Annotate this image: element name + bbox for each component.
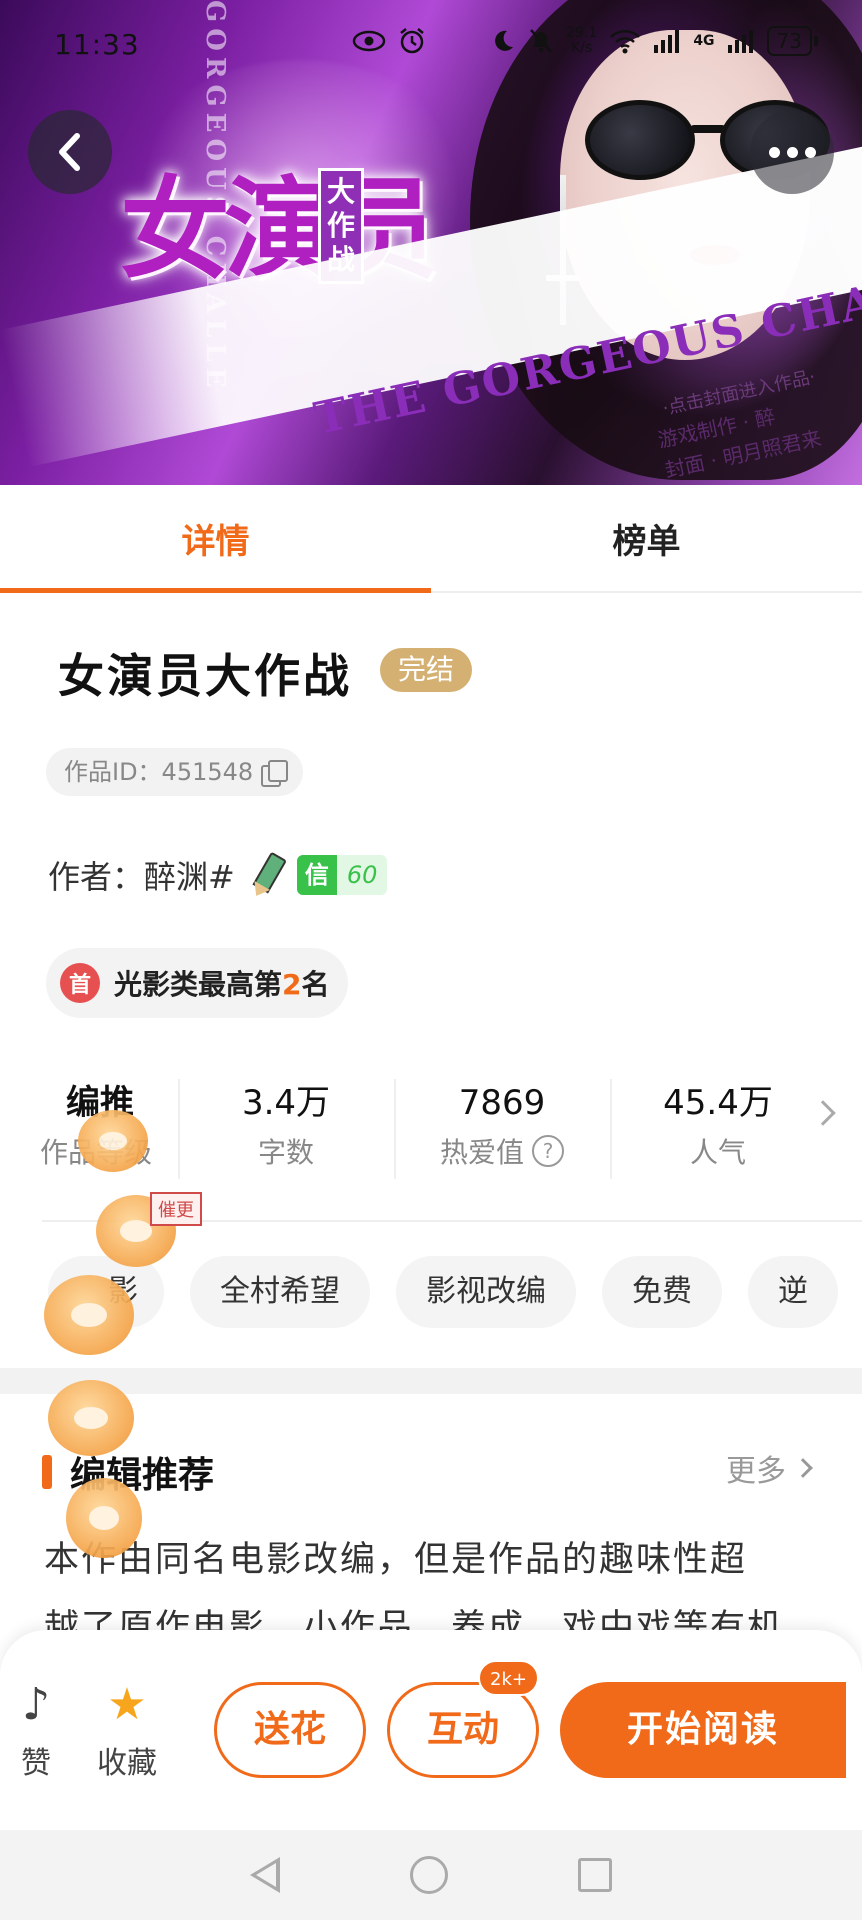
tag-chip[interactable]: 全村希望 bbox=[190, 1256, 370, 1328]
signal-icon-2 bbox=[727, 29, 755, 53]
stat-label: 人气 bbox=[689, 1135, 746, 1169]
author-label[interactable]: 作者：醉渊# bbox=[48, 852, 235, 898]
star-icon: ★ bbox=[107, 1679, 147, 1730]
book-title: 女演员大作战 bbox=[58, 649, 352, 703]
mascot-sticker-icon[interactable] bbox=[48, 1380, 134, 1456]
net-speed-unit: K/s bbox=[571, 40, 593, 56]
stat-popularity: 45.4万 人气 bbox=[610, 1075, 826, 1179]
book-detail-page: GORGEOUS CHALLE 女演员 大作战 THE GORGEOUS CHA… bbox=[0, 0, 862, 1920]
work-id-label: 作品ID：451548 bbox=[64, 758, 254, 786]
mascot-sticker-icon[interactable] bbox=[78, 1110, 148, 1172]
tab-details[interactable]: 详情 bbox=[0, 485, 431, 593]
nav-recents-icon[interactable] bbox=[578, 1858, 612, 1892]
rank-number: 2 bbox=[282, 968, 302, 1001]
stat-label: 热爱值 bbox=[439, 1135, 524, 1169]
stat-value: 45.4万 bbox=[663, 1082, 773, 1123]
rank-chip[interactable]: 首 光影类最高第2名 bbox=[46, 948, 348, 1018]
help-icon[interactable]: ? bbox=[532, 1134, 564, 1167]
tag-list: 影 全村希望 影视改编 免费 逆 bbox=[48, 1256, 838, 1328]
urge-update-sticker[interactable]: 催更 bbox=[150, 1192, 202, 1226]
trust-key: 信 bbox=[296, 855, 337, 895]
stat-label-wrap: 热爱值? bbox=[440, 1131, 564, 1171]
chevron-left-icon bbox=[59, 133, 80, 171]
status-badge: 完结 bbox=[380, 648, 473, 692]
trust-score-badge: 信 60 bbox=[296, 855, 388, 895]
tab-ranking[interactable]: 榜单 bbox=[431, 485, 862, 591]
nav-back-icon[interactable] bbox=[250, 1857, 280, 1893]
like-button[interactable]: ♪ 赞 bbox=[14, 1680, 58, 1782]
mascot-sticker-icon[interactable] bbox=[66, 1478, 142, 1558]
alarm-icon bbox=[398, 27, 426, 55]
work-id-chip[interactable]: 作品ID：451548 bbox=[46, 748, 304, 796]
back-button[interactable] bbox=[28, 110, 112, 194]
mute-bell-icon bbox=[528, 27, 554, 55]
section-accent-bar bbox=[42, 1455, 52, 1489]
stat-label: 字数 bbox=[257, 1135, 314, 1169]
signal-icon bbox=[653, 29, 681, 53]
start-reading-button[interactable]: 开始阅读 bbox=[560, 1682, 846, 1778]
tag-chip[interactable]: 免费 bbox=[602, 1256, 722, 1328]
more-dot-icon bbox=[768, 146, 780, 158]
more-label: 更多 bbox=[726, 1454, 786, 1489]
sunglasses-bridge bbox=[690, 125, 726, 133]
recommend-line: 本作由同名电影改编，但是作品的趣味性超 bbox=[44, 1540, 748, 1580]
stat-value: 3.4万 bbox=[241, 1082, 331, 1123]
wifi-icon bbox=[609, 28, 641, 54]
pencil-icon bbox=[245, 850, 287, 901]
interact-count-badge: 2k+ bbox=[478, 1660, 539, 1696]
tab-bar: 详情 榜单 bbox=[0, 485, 862, 593]
stats-row[interactable]: 编推 作品等级 3.4万 字数 7869 热爱值? 45.4万 人气 bbox=[40, 1060, 830, 1185]
net-speed: 29.1 K/s bbox=[566, 26, 597, 56]
like-icon: ♪ bbox=[21, 1679, 51, 1730]
section-separator bbox=[0, 1368, 862, 1394]
copy-icon[interactable] bbox=[261, 760, 289, 787]
stat-love-value: 7869 热爱值? bbox=[394, 1075, 610, 1179]
system-nav-bar bbox=[0, 1830, 862, 1920]
status-icons: 29.1 K/s 4G 73 bbox=[352, 26, 819, 56]
trust-value: 60 bbox=[336, 855, 388, 895]
rank-icon: 首 bbox=[60, 963, 100, 1003]
status-time: 11:33 bbox=[54, 28, 140, 61]
like-label: 赞 bbox=[21, 1746, 51, 1781]
favorite-label: 收藏 bbox=[97, 1746, 157, 1781]
rank-prefix: 光影类最高第 bbox=[114, 968, 283, 1001]
eye-icon bbox=[352, 30, 386, 52]
stat-value: 7869 bbox=[458, 1082, 546, 1123]
send-flower-button[interactable]: 送花 bbox=[214, 1682, 366, 1778]
status-bar: 11:33 29.1 K/s 4G 73 bbox=[0, 0, 862, 90]
net-speed-value: 29.1 bbox=[566, 25, 598, 41]
more-dot-icon bbox=[804, 146, 816, 158]
net-type: 4G bbox=[693, 33, 715, 49]
nav-home-icon[interactable] bbox=[410, 1856, 448, 1894]
mascot-sticker-icon[interactable] bbox=[44, 1275, 134, 1355]
moon-icon bbox=[490, 28, 516, 54]
favorite-button[interactable]: ★ 收藏 bbox=[92, 1680, 162, 1782]
tag-chip[interactable]: 影视改编 bbox=[396, 1256, 576, 1328]
tag-chip[interactable]: 逆 bbox=[748, 1256, 838, 1328]
rank-suffix: 名 bbox=[301, 968, 330, 1001]
sunglasses-left bbox=[585, 100, 695, 180]
more-options-button[interactable] bbox=[750, 110, 834, 194]
stat-word-count: 3.4万 字数 bbox=[178, 1075, 394, 1179]
chevron-right-icon bbox=[793, 1458, 813, 1478]
more-dot-icon bbox=[786, 146, 798, 158]
author-row[interactable]: 作者：醉渊# 信 60 bbox=[48, 850, 388, 901]
more-link[interactable]: 更多 bbox=[726, 1446, 813, 1490]
rank-text: 光影类最高第2名 bbox=[114, 963, 330, 1003]
battery-indicator: 73 bbox=[766, 26, 819, 56]
